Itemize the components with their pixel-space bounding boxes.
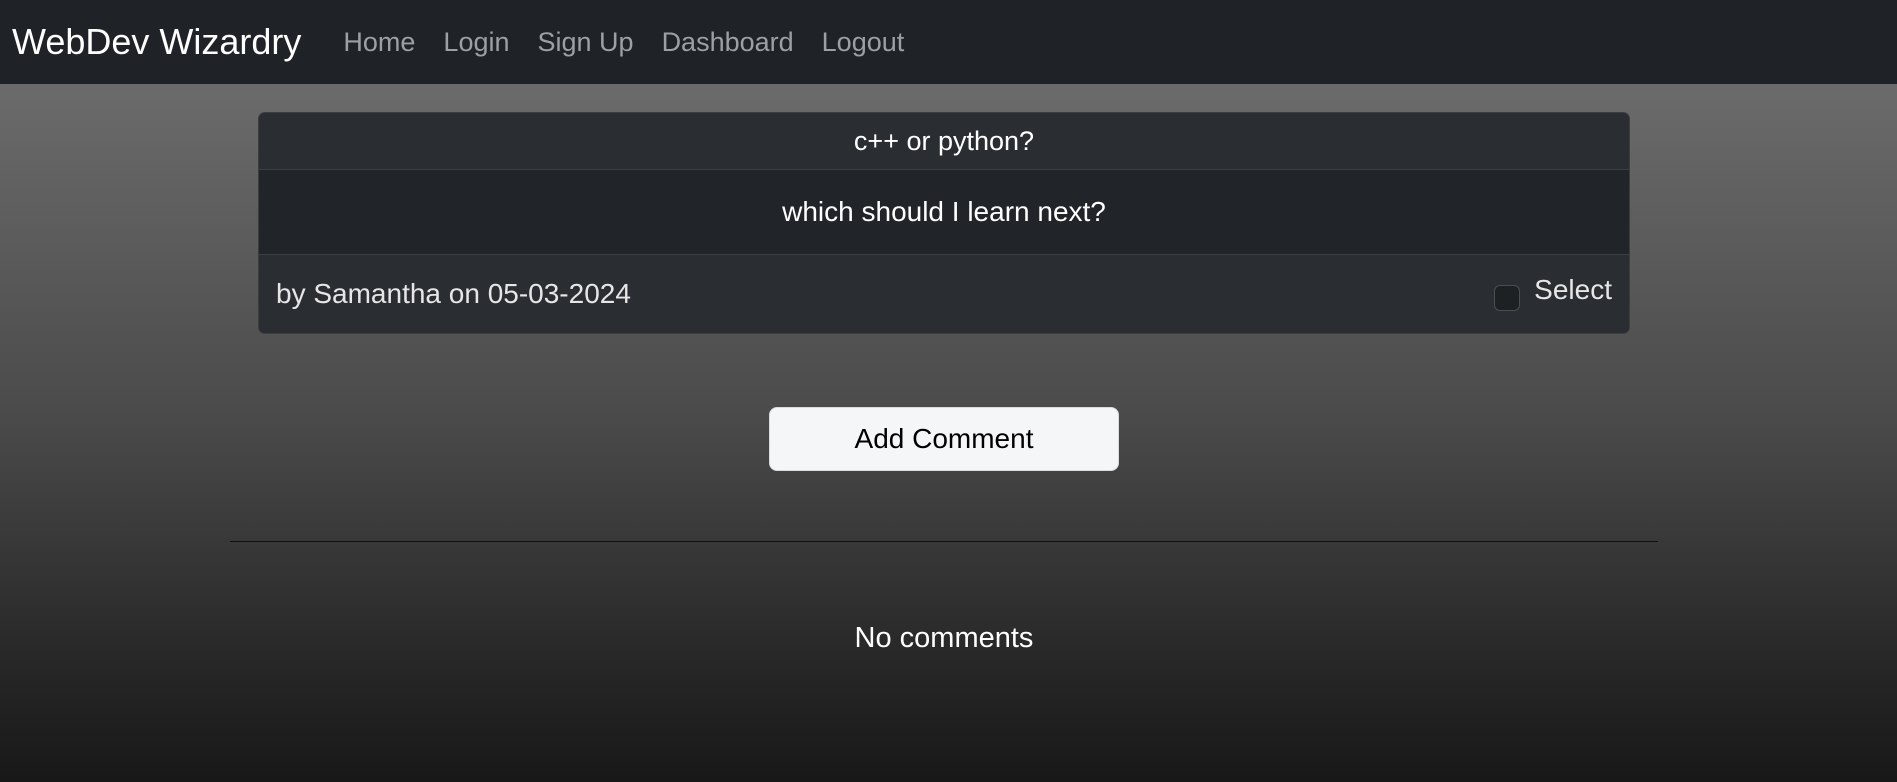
nav-link-home[interactable]: Home — [343, 27, 415, 58]
post-title: c++ or python? — [259, 113, 1629, 170]
nav-link-logout[interactable]: Logout — [822, 27, 905, 58]
nav-link-login[interactable]: Login — [443, 27, 509, 58]
nav-link-sign-up[interactable]: Sign Up — [538, 27, 634, 58]
select-checkbox[interactable] — [1494, 285, 1521, 311]
add-comment-button[interactable]: Add Comment — [769, 407, 1119, 471]
no-comments-message: No comments — [854, 622, 1034, 654]
select-label: Select — [1534, 274, 1612, 305]
brand-logo-text[interactable]: WebDev Wizardry — [12, 21, 301, 63]
nav-link-dashboard[interactable]: Dashboard — [662, 27, 794, 58]
top-navbar: WebDev Wizardry Home Login Sign Up Dashb… — [0, 0, 1897, 84]
nav-links: Home Login Sign Up Dashboard Logout — [329, 27, 918, 58]
post-footer: by Samantha on 05-03-2024 Select — [259, 255, 1629, 333]
comments-divider — [230, 541, 1658, 542]
post-author-date: by Samantha on 05-03-2024 — [276, 278, 631, 309]
post-card: c++ or python? which should I learn next… — [258, 112, 1630, 334]
post-body: which should I learn next? — [259, 170, 1629, 255]
select-control[interactable]: Select — [1494, 269, 1612, 311]
